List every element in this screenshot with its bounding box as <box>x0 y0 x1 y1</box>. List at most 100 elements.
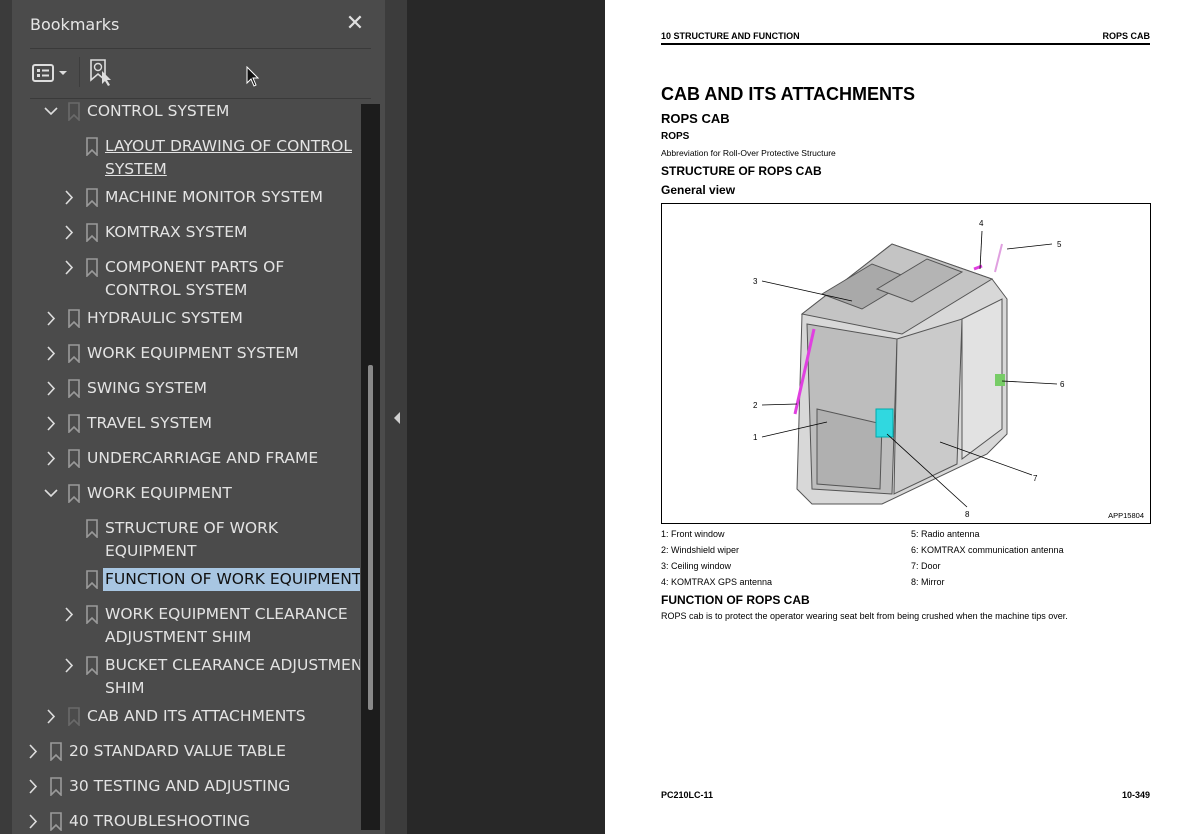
page-subtitle: ROPS CAB <box>661 111 730 126</box>
chevron-right-icon[interactable] <box>62 221 76 244</box>
bookmark-label-line: 40 TROUBLESHOOTING <box>69 812 251 830</box>
bookmark-icon <box>50 742 62 762</box>
bookmark-icon <box>86 656 98 676</box>
callout-7: 7 <box>1033 474 1038 483</box>
bookmark-label[interactable]: 20 STANDARD VALUE TABLE <box>69 740 286 763</box>
bookmark-label-line: TRAVEL SYSTEM <box>87 414 212 432</box>
bookmark-label[interactable]: KOMTRAX SYSTEM <box>105 221 247 244</box>
bookmark-item[interactable]: WORK EQUIPMENT CLEARANCE ADJUSTMENT SHIM <box>0 603 360 654</box>
chevron-right-icon[interactable] <box>44 307 58 330</box>
cab-illustration: 1 2 3 4 5 6 7 8 <box>753 219 1065 519</box>
bookmark-label[interactable]: MACHINE MONITOR SYSTEM <box>105 186 323 209</box>
bookmark-item[interactable]: CAB AND ITS ATTACHMENTS <box>0 705 360 740</box>
bookmark-icon <box>50 777 62 797</box>
bookmark-label[interactable]: CAB AND ITS ATTACHMENTS <box>87 705 306 728</box>
bookmark-label-line: 20 STANDARD VALUE TABLE <box>69 742 286 760</box>
bookmark-label[interactable]: SWING SYSTEM <box>87 377 207 400</box>
bookmark-label[interactable]: WORK EQUIPMENT CLEARANCE ADJUSTMENT SHIM <box>105 603 348 649</box>
bookmark-label[interactable]: FUNCTION OF WORK EQUIPMENT <box>103 568 360 591</box>
bookmark-icon <box>50 812 62 832</box>
bookmark-item[interactable]: SWING SYSTEM <box>0 377 360 412</box>
chevron-right-icon[interactable] <box>44 412 58 435</box>
chevron-right-icon[interactable] <box>44 705 58 728</box>
bookmark-item[interactable]: WORK EQUIPMENT <box>0 482 360 517</box>
bookmark-item[interactable]: WORK EQUIPMENT SYSTEM <box>0 342 360 377</box>
close-icon: ✕ <box>345 10 365 35</box>
find-current-bookmark-button[interactable] <box>89 58 115 86</box>
bookmark-tree: CONTROL SYSTEM LAYOUT DRAWING OF CONTROL … <box>0 100 360 834</box>
bookmark-label[interactable]: STRUCTURE OF WORK EQUIPMENT <box>105 517 278 563</box>
bookmark-icon <box>68 449 80 469</box>
bookmark-item[interactable]: MACHINE MONITOR SYSTEM <box>0 186 360 221</box>
list-options-icon <box>32 64 67 82</box>
bookmark-item[interactable]: TRAVEL SYSTEM <box>0 412 360 447</box>
bookmark-label-line: UNDERCARRIAGE AND FRAME <box>87 449 319 467</box>
bookmark-label[interactable]: TRAVEL SYSTEM <box>87 412 212 435</box>
callout-1: 1 <box>753 433 758 442</box>
bookmark-item[interactable]: CONTROL SYSTEM <box>0 100 360 135</box>
bookmark-options-button[interactable] <box>32 62 72 84</box>
bookmark-item[interactable]: BUCKET CLEARANCE ADJUSTMENT SHIM <box>0 654 360 705</box>
bookmark-item[interactable]: STRUCTURE OF WORK EQUIPMENT <box>0 517 360 568</box>
bookmark-label[interactable]: WORK EQUIPMENT <box>87 482 232 505</box>
legend-item: 8: Mirror <box>911 577 945 587</box>
legend-item: 4: KOMTRAX GPS antenna <box>661 577 773 587</box>
bookmark-label-line: WORK EQUIPMENT CLEARANCE <box>105 605 348 623</box>
bookmark-label-line: FUNCTION OF WORK EQUIPMENT <box>105 570 360 588</box>
page-header-left: 10 STRUCTURE AND FUNCTION <box>661 31 800 41</box>
bookmark-item[interactable]: LAYOUT DRAWING OF CONTROL SYSTEM <box>0 135 360 186</box>
chevron-right-icon[interactable] <box>44 447 58 470</box>
bookmark-label-line: CONTROL SYSTEM <box>87 102 230 120</box>
callout-4: 4 <box>979 219 984 228</box>
bookmark-label[interactable]: WORK EQUIPMENT SYSTEM <box>87 342 299 365</box>
page-header-right: ROPS CAB <box>1102 31 1150 41</box>
bookmark-icon <box>68 309 80 329</box>
bookmark-label[interactable]: 40 TROUBLESHOOTING <box>69 810 250 833</box>
page-footer-model: PC210LC-11 <box>661 790 714 800</box>
mouse-cursor-icon <box>246 66 260 87</box>
legend-item: 2: Windshield wiper <box>661 545 740 555</box>
close-panel-button[interactable]: ✕ <box>344 12 366 34</box>
legend-item: 6: KOMTRAX communication antenna <box>911 545 1064 555</box>
bookmark-icon <box>68 102 80 122</box>
chevron-right-icon[interactable] <box>62 256 76 279</box>
scrollbar-thumb[interactable] <box>368 365 373 710</box>
collapse-panel-arrow-icon[interactable] <box>392 411 402 425</box>
chevron-right-icon[interactable] <box>62 603 76 626</box>
bookmark-label-line: LAYOUT DRAWING OF CONTROL <box>105 137 352 155</box>
subsection-heading: General view <box>661 183 736 197</box>
chevron-down-icon[interactable] <box>44 100 58 123</box>
bookmark-label[interactable]: COMPONENT PARTS OF CONTROL SYSTEM <box>105 256 284 302</box>
bookmark-label[interactable]: UNDERCARRIAGE AND FRAME <box>87 447 318 470</box>
chevron-right-icon[interactable] <box>26 775 40 798</box>
bookmark-icon <box>86 258 98 278</box>
bookmark-label-line: HYDRAULIC SYSTEM <box>87 309 243 327</box>
legend-item: 3: Ceiling window <box>661 561 732 571</box>
panel-title: Bookmarks <box>30 15 120 34</box>
bookmark-item[interactable]: HYDRAULIC SYSTEM <box>0 307 360 342</box>
chevron-right-icon[interactable] <box>26 810 40 833</box>
toolbar-separator <box>79 57 80 87</box>
bookmark-label[interactable]: BUCKET CLEARANCE ADJUSTMENT SHIM <box>105 654 360 700</box>
pdf-page: 10 STRUCTURE AND FUNCTION ROPS CAB CAB A… <box>605 0 1200 834</box>
bookmark-item[interactable]: 20 STANDARD VALUE TABLE <box>0 740 360 775</box>
chevron-right-icon[interactable] <box>44 377 58 400</box>
chevron-right-icon[interactable] <box>62 654 76 677</box>
bookmark-label[interactable]: 30 TESTING AND ADJUSTING <box>69 775 290 798</box>
chevron-right-icon[interactable] <box>26 740 40 763</box>
bookmark-label[interactable]: LAYOUT DRAWING OF CONTROL SYSTEM <box>105 135 352 181</box>
bookmark-label[interactable]: CONTROL SYSTEM <box>87 100 229 123</box>
chevron-down-icon[interactable] <box>44 482 58 505</box>
chevron-right-icon[interactable] <box>62 186 76 209</box>
chevron-right-icon[interactable] <box>44 342 58 365</box>
bookmark-item[interactable]: COMPONENT PARTS OF CONTROL SYSTEM <box>0 256 360 307</box>
bookmark-item[interactable]: UNDERCARRIAGE AND FRAME <box>0 447 360 482</box>
bookmark-icon <box>68 344 80 364</box>
bookmark-label[interactable]: HYDRAULIC SYSTEM <box>87 307 243 330</box>
bookmark-label-line: WORK EQUIPMENT SYSTEM <box>87 344 299 362</box>
bookmark-item[interactable]: FUNCTION OF WORK EQUIPMENT <box>0 568 360 603</box>
bookmark-item[interactable]: 40 TROUBLESHOOTING <box>0 810 360 834</box>
bookmark-item[interactable]: 30 TESTING AND ADJUSTING <box>0 775 360 810</box>
function-text: ROPS cab is to protect the operator wear… <box>661 611 1068 621</box>
bookmark-item[interactable]: KOMTRAX SYSTEM <box>0 221 360 256</box>
